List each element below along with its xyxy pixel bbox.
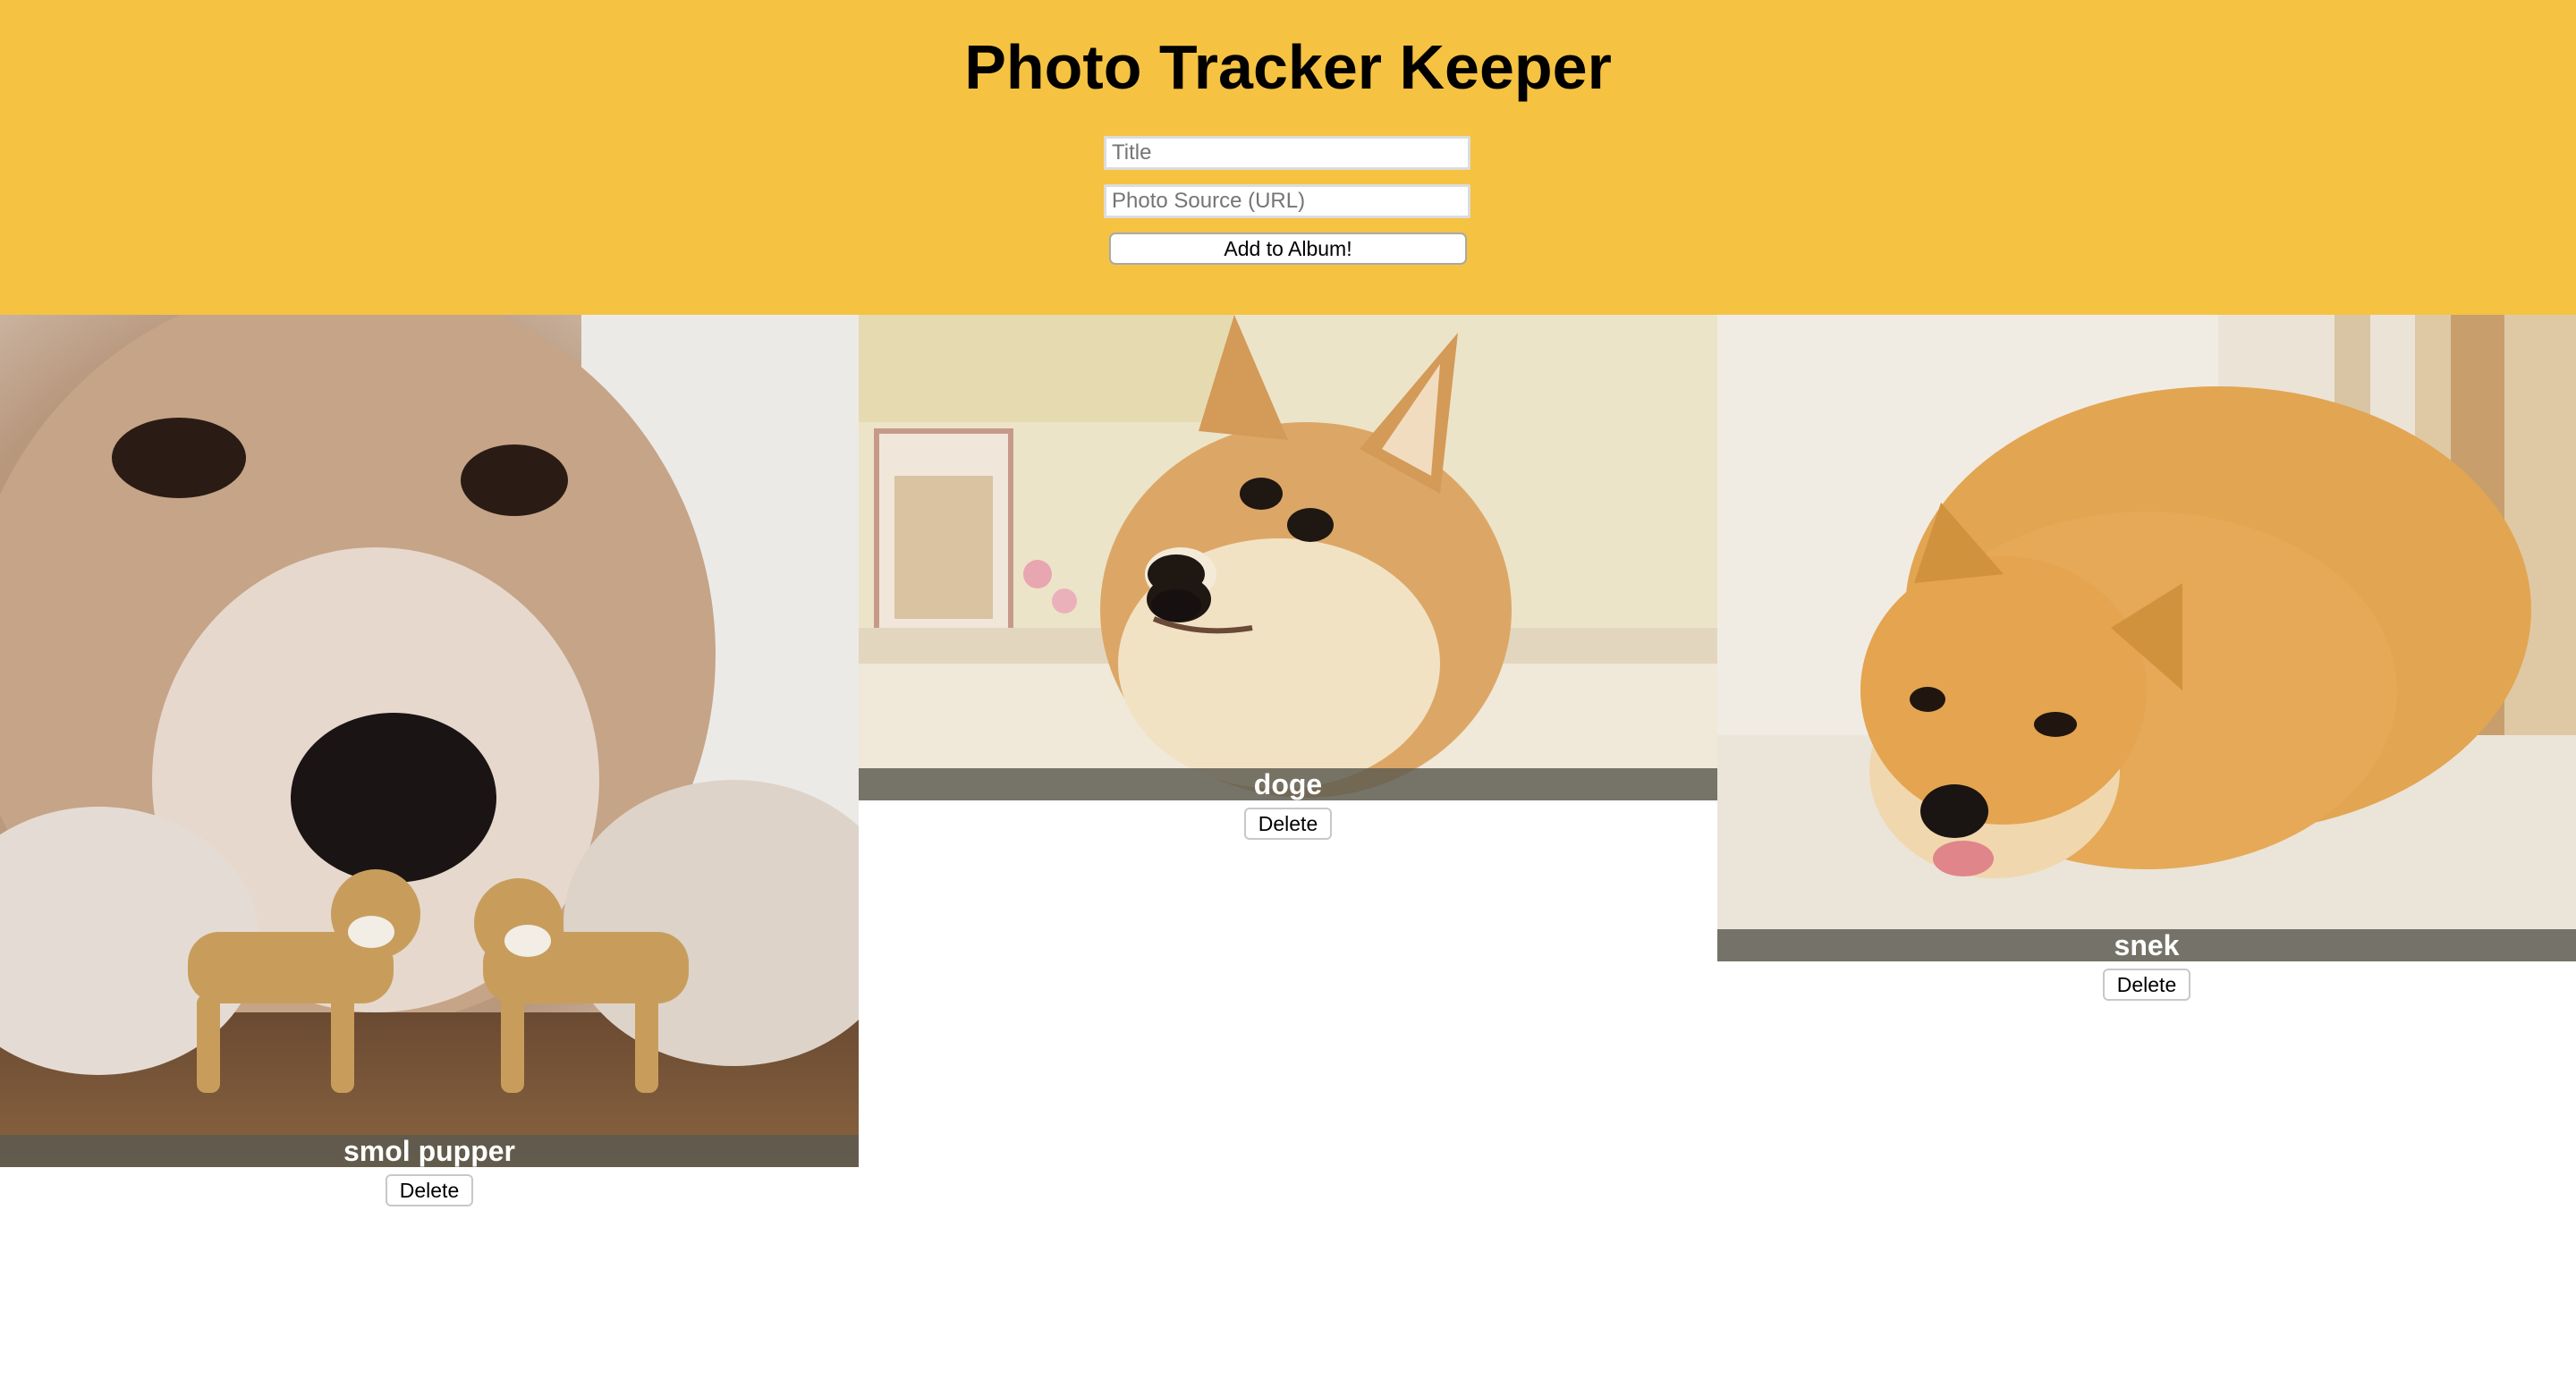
header: Photo Tracker Keeper Add to Album! [0, 0, 2576, 315]
photo-image: smol pupper [0, 315, 859, 1167]
delete-button[interactable]: Delete [2103, 969, 2190, 1001]
photo-card: smol pupper Delete [0, 315, 859, 1206]
photo-picture [859, 315, 1717, 800]
delete-button[interactable]: Delete [386, 1174, 473, 1206]
photo-title: snek [1717, 929, 2576, 961]
photo-image: snek [1717, 315, 2576, 961]
photo-card: snek Delete [1717, 315, 2576, 1001]
photo-image: doge [859, 315, 1717, 800]
photo-source-input[interactable] [1104, 184, 1470, 218]
delete-button[interactable]: Delete [1244, 808, 1332, 840]
add-to-album-button[interactable]: Add to Album! [1109, 233, 1467, 265]
photo-title: doge [859, 768, 1717, 800]
photo-picture [0, 315, 859, 1167]
photo-card: doge Delete [859, 315, 1717, 840]
photo-title: smol pupper [0, 1135, 859, 1167]
photo-picture [1717, 315, 2576, 961]
title-input[interactable] [1104, 136, 1470, 170]
page-title: Photo Tracker Keeper [964, 32, 1612, 102]
